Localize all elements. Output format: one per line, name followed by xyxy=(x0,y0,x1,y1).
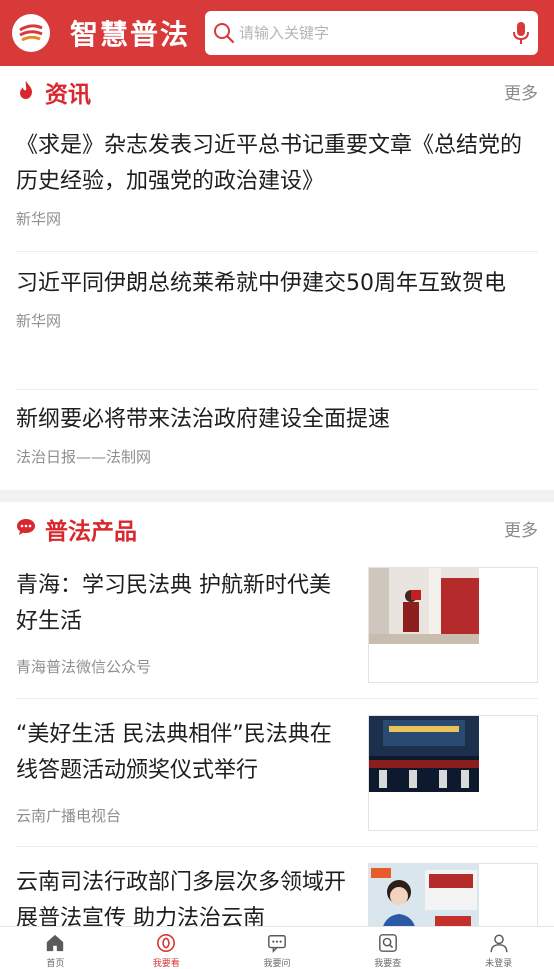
product-section-title: 普法产品 xyxy=(45,519,137,545)
news-title: 《求是》杂志发表习近平总书记重要文章《总结党的历史经验，加强党的政治建设》 xyxy=(16,133,523,194)
product-more-link[interactable]: 更多 xyxy=(504,516,538,541)
news-source: 新华网 xyxy=(16,210,62,228)
product-item[interactable]: 云南司法行政部门多层次多领域开展普法宣传 助力法治云南 xyxy=(16,847,538,926)
app-header: 智慧普法 xyxy=(0,0,554,66)
product-image xyxy=(369,864,479,926)
user-icon xyxy=(490,934,508,953)
tab-profile[interactable]: 未登录 xyxy=(443,927,554,969)
news-item[interactable]: 《求是》杂志发表习近平总书记重要文章《总结党的历史经验，加强党的政治建设》 新华… xyxy=(16,114,538,252)
product-thumbnail xyxy=(368,863,538,926)
tab-ask[interactable]: 我要问 xyxy=(222,927,333,969)
news-section-title: 资讯 xyxy=(45,82,91,108)
product-thumbnail xyxy=(368,715,538,831)
watch-icon xyxy=(157,934,176,952)
news-source: 新华网 xyxy=(16,312,62,330)
news-section-header: 资讯 更多 xyxy=(0,66,554,114)
message-icon xyxy=(268,935,286,953)
product-source: 青海普法微信公众号 xyxy=(16,658,152,676)
product-title: 云南司法行政部门多层次多领域开展普法宣传 助力法治云南 xyxy=(16,870,347,926)
search-icon xyxy=(214,23,235,44)
news-item[interactable]: 习近平同伊朗总统莱希就中伊建交50周年互致贺电 新华网 xyxy=(16,252,538,390)
product-image xyxy=(369,568,479,644)
tab-label: 我要看 xyxy=(152,959,180,969)
product-item[interactable]: 青海：学习民法典 护航新时代美好生活 青海普法微信公众号 xyxy=(16,552,538,699)
product-source: 云南广播电视台 xyxy=(16,807,122,825)
tab-label: 我要查 xyxy=(374,959,402,969)
product-title: 青海：学习民法典 护航新时代美好生活 xyxy=(16,573,331,634)
news-item[interactable]: 新纲要必将带来法治政府建设全面提速 法治日报——法制网 xyxy=(16,390,538,490)
news-title: 新纲要必将带来法治政府建设全面提速 xyxy=(16,407,391,432)
news-source: 法治日报——法制网 xyxy=(16,448,152,466)
news-title: 习近平同伊朗总统莱希就中伊建交50周年互致贺电 xyxy=(16,271,506,296)
section-divider xyxy=(0,490,554,502)
search-tab-icon xyxy=(378,934,397,952)
app-logo xyxy=(12,14,50,52)
news-more-link[interactable]: 更多 xyxy=(504,79,538,104)
tab-watch[interactable]: 我要看 xyxy=(111,927,222,969)
chat-bubble-icon xyxy=(17,519,35,535)
home-icon xyxy=(47,934,64,952)
microphone-icon[interactable] xyxy=(512,21,530,45)
tab-label: 首页 xyxy=(46,959,65,969)
app-title: 智慧普法 xyxy=(70,18,191,51)
product-item[interactable]: “美好生活 民法典相伴”民法典在线答题活动颁奖仪式举行 云南广播电视台 xyxy=(16,699,538,847)
tab-search[interactable]: 我要查 xyxy=(332,927,443,969)
search-input[interactable] xyxy=(239,11,499,55)
logo-icon xyxy=(16,18,46,48)
tab-home[interactable]: 首页 xyxy=(0,927,111,969)
product-thumbnail xyxy=(368,567,538,683)
tab-label: 我要问 xyxy=(263,959,291,969)
product-image xyxy=(369,716,479,792)
flame-icon xyxy=(20,81,32,99)
product-section-header: 普法产品 更多 xyxy=(0,503,554,551)
tab-label: 未登录 xyxy=(485,959,513,969)
product-title: “美好生活 民法典相伴”民法典在线答题活动颁奖仪式举行 xyxy=(16,722,332,783)
search-box[interactable] xyxy=(205,11,538,55)
bottom-tab-bar: 首页 我要看 我要问 我要查 未登录 xyxy=(0,926,554,969)
